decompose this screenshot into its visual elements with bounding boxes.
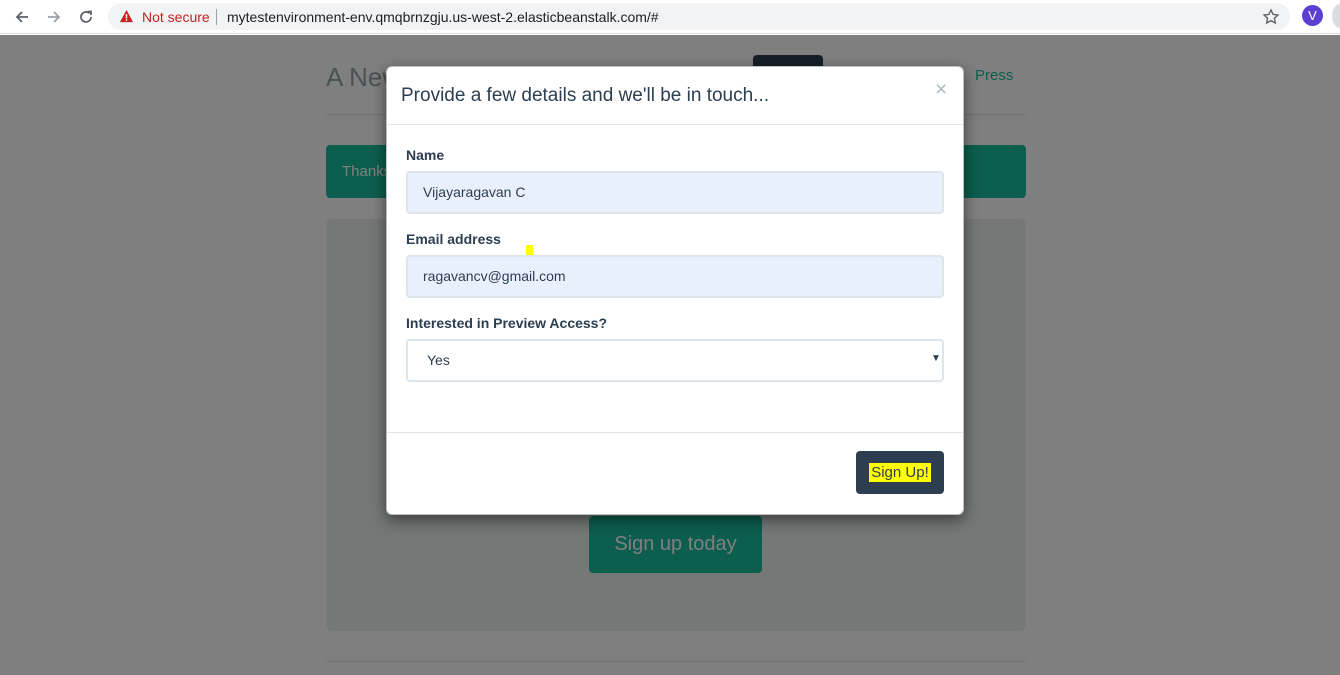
sign-up-button-label: Sign Up! [869,463,931,482]
close-icon[interactable]: × [935,79,947,100]
email-input-value: ragavancv@gmail.com [423,268,566,284]
signup-modal: Provide a few details and we'll be in to… [386,66,964,515]
modal-footer-divider [387,432,963,433]
address-bar[interactable]: Not secure mytestenvironment-env.qmqbrnz… [108,3,1290,30]
forward-arrow-icon[interactable] [41,4,67,30]
reload-icon[interactable] [73,4,99,30]
extension-icon[interactable] [1332,4,1340,28]
email-input[interactable]: ragavancv@gmail.com [406,255,944,298]
name-input-value: Vijayaragavan C [423,184,526,200]
preview-access-select[interactable]: Yes [406,339,944,382]
warning-icon[interactable] [119,9,134,24]
url-text[interactable]: mytestenvironment-env.qmqbrnzgju.us-west… [227,9,659,25]
email-label: Email address [406,231,501,247]
modal-header-divider [387,124,963,125]
back-arrow-icon[interactable] [9,4,35,30]
star-icon[interactable] [1262,8,1280,26]
name-input[interactable]: Vijayaragavan C [406,171,944,214]
preview-access-value: Yes [427,352,450,368]
preview-access-label: Interested in Preview Access? [406,315,608,331]
chevron-down-icon[interactable]: ▼ [931,354,941,364]
modal-title: Provide a few details and we'll be in to… [401,85,770,106]
security-status[interactable]: Not secure [142,9,210,25]
profile-avatar[interactable]: V [1302,5,1323,26]
omnibox-divider [216,9,217,25]
sign-up-button[interactable]: Sign Up! [856,451,944,494]
browser-toolbar: Not secure mytestenvironment-env.qmqbrnz… [0,0,1340,34]
name-label: Name [406,147,445,163]
